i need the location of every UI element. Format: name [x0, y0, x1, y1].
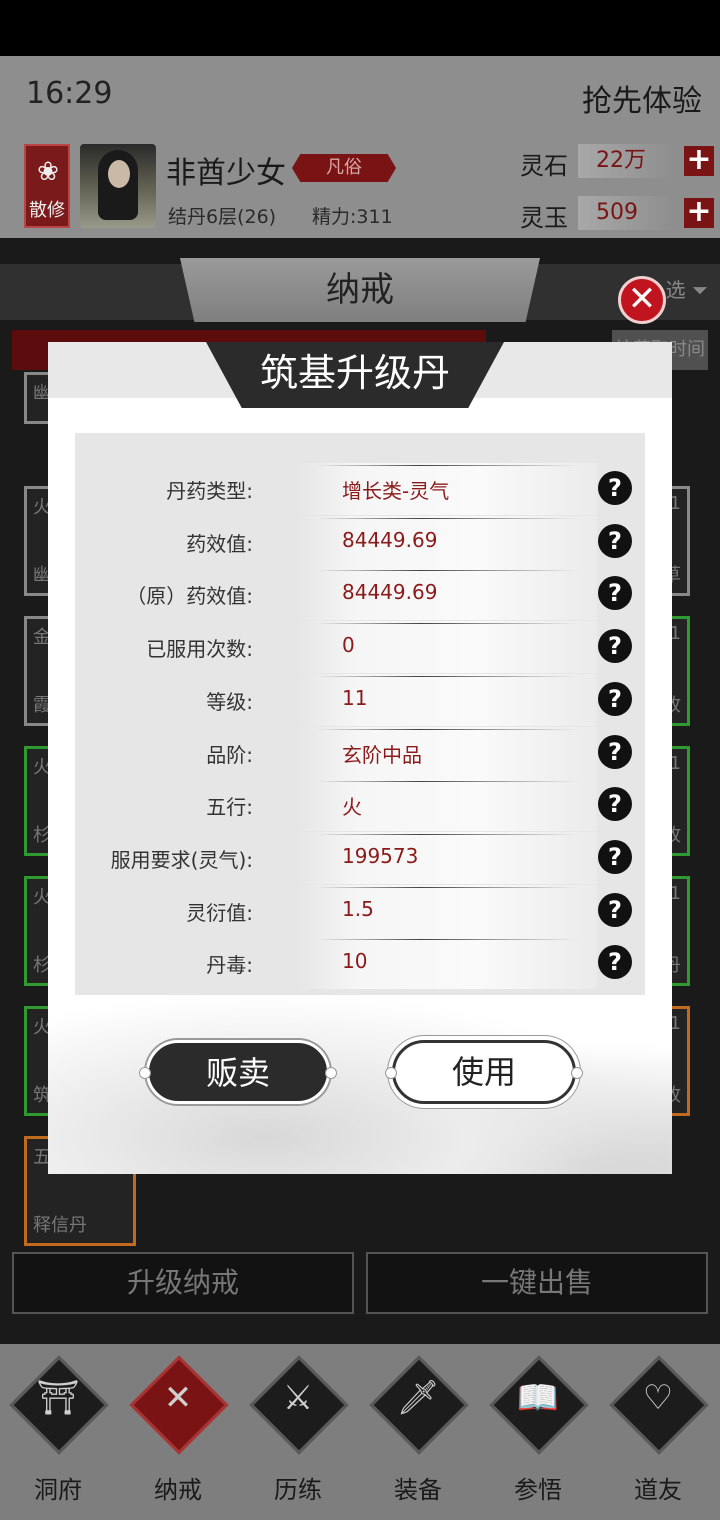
stat-value: 10 [342, 949, 368, 974]
stat-value: 1.5 [342, 896, 374, 921]
add-spirit-stone-button[interactable]: + [684, 145, 714, 176]
player-realm: 结丹6层(26) [168, 206, 277, 228]
stat-value: 增长类-灵气 [342, 479, 450, 503]
help-icon[interactable]: ? [598, 839, 632, 874]
stat-row: 丹药类型: 增长类-灵气? [75, 463, 645, 515]
bottom-nav: ⛩ 洞府 ✕ 纳戒 ⚔ 历练 🗡 装备 📖 参悟 ♡ 道友 [0, 1344, 720, 1520]
stat-value: 11 [342, 685, 368, 710]
upgrade-ring-button[interactable]: 升级纳戒 [12, 1252, 354, 1314]
stat-row: 五行: 火? [75, 779, 645, 832]
add-spirit-jade-button[interactable]: + [684, 197, 714, 228]
sect-emblem[interactable]: ❀ 散修 [24, 144, 70, 228]
nav-cave-label: 洞府 [34, 1476, 82, 1504]
lotus-icon: ❀ [37, 157, 59, 187]
spirit-jade-label: 灵玉 [520, 204, 568, 232]
slot-name: 释信丹 [33, 1215, 87, 1236]
nav-ring-label: 纳戒 [154, 1476, 202, 1504]
stat-label: 五行: [206, 795, 253, 820]
ring-icon: ✕ [163, 1378, 193, 1418]
use-button[interactable]: 使用 [385, 1040, 583, 1104]
dagger-icon: 🗡 [396, 1378, 440, 1418]
stat-value: 84449.69 [342, 580, 438, 605]
help-icon[interactable]: ? [598, 734, 632, 769]
avatar-face [108, 160, 130, 188]
nav-comprehend[interactable]: 📖 参悟 [488, 1355, 589, 1504]
stat-label: 丹毒: [206, 953, 253, 978]
help-icon[interactable]: ? [598, 629, 632, 664]
stat-row: 品阶: 玄阶中品? [75, 726, 645, 779]
nav-training-label: 历练 [274, 1476, 322, 1504]
player-name: 非酋少女 [166, 156, 286, 191]
stat-row: 服用要求(灵气): 199573? [75, 831, 645, 884]
nav-cave[interactable]: ⛩ 洞府 [8, 1355, 109, 1504]
sell-all-button[interactable]: 一键出售 [366, 1252, 708, 1314]
nav-comprehend-label: 参悟 [514, 1476, 562, 1504]
item-detail-modal: 筑基升级丹 丹药类型: 增长类-灵气? 药效值: 84449.69? （原）药效值: 84… [48, 342, 672, 1174]
stat-label: 已服用次数: [146, 637, 253, 662]
stat-row: 灵衍值: 1.5? [75, 884, 645, 937]
spirit-jade-value: 509 [578, 196, 674, 230]
stat-label: 等级: [206, 689, 253, 714]
filter-button[interactable]: 选 ⏷ [666, 274, 708, 303]
nav-training[interactable]: ⚔ 历练 [248, 1355, 349, 1504]
stat-row: 药效值: 84449.69? [75, 515, 645, 568]
filter-label: 选 [665, 278, 686, 302]
stat-value: 199573 [342, 843, 419, 868]
nav-friends-label: 道友 [634, 1476, 682, 1504]
status-bar [0, 0, 720, 56]
stat-label: 灵衍值: [186, 900, 253, 925]
rank-badge: 凡俗 [292, 154, 396, 182]
stat-value: 火 [342, 795, 362, 820]
stat-row: 等级: 11? [75, 673, 645, 726]
nav-ring[interactable]: ✕ 纳戒 [128, 1355, 229, 1504]
help-icon[interactable]: ? [598, 523, 632, 558]
inventory-title: 纳戒 [180, 258, 540, 322]
stat-label: 药效值: [186, 531, 253, 556]
player-energy: 精力:311 [312, 206, 393, 228]
nav-equipment[interactable]: 🗡 装备 [368, 1355, 469, 1504]
book-icon: 📖 [516, 1378, 560, 1418]
sell-button[interactable]: 贩卖 [139, 1040, 337, 1104]
handshake-icon: ♡ [642, 1378, 674, 1418]
stat-label: 服用要求(灵气): [110, 847, 253, 872]
help-icon[interactable]: ? [598, 471, 632, 505]
early-access-label[interactable]: 抢先体验 [582, 76, 702, 120]
stat-label: 丹药类型: [166, 479, 253, 503]
spirit-stone-label: 灵石 [520, 152, 568, 180]
nav-equipment-label: 装备 [394, 1476, 442, 1504]
nav-friends[interactable]: ♡ 道友 [608, 1355, 709, 1504]
item-stats-panel: 丹药类型: 增长类-灵气? 药效值: 84449.69? （原）药效值: 84449.69… [75, 433, 645, 995]
modal-title: 筑基升级丹 [206, 342, 504, 408]
help-icon[interactable]: ? [598, 892, 632, 927]
filter-icon: ⏷ [692, 278, 708, 302]
help-icon[interactable]: ? [598, 945, 632, 980]
close-icon[interactable]: ✕ [618, 276, 666, 324]
help-icon[interactable]: ? [598, 681, 632, 716]
stat-row: （原）药效值: 84449.69? [75, 568, 645, 621]
sect-label: 散修 [29, 200, 65, 221]
stat-row: 丹毒: 10? [75, 937, 645, 990]
stat-label: （原）药效值: [126, 584, 253, 609]
clock: 16:29 [26, 76, 113, 111]
stat-value: 84449.69 [342, 527, 438, 552]
stat-value: 0 [342, 633, 355, 658]
help-icon[interactable]: ? [598, 787, 632, 822]
crossed-swords-icon: ⚔ [282, 1378, 314, 1418]
mountain-mist-decoration [48, 992, 672, 1174]
spirit-stone-value: 22万 [578, 144, 674, 178]
stat-row: 已服用次数: 0? [75, 621, 645, 674]
avatar[interactable] [80, 144, 156, 228]
help-icon[interactable]: ? [598, 576, 632, 611]
stat-value: 玄阶中品 [342, 742, 422, 767]
player-header: 16:29 抢先体验 ❀ 散修 非酋少女 凡俗 结丹6层(26) 精力:311 … [0, 56, 720, 238]
gate-icon: ⛩ [36, 1378, 80, 1418]
stat-label: 品阶: [206, 742, 253, 767]
